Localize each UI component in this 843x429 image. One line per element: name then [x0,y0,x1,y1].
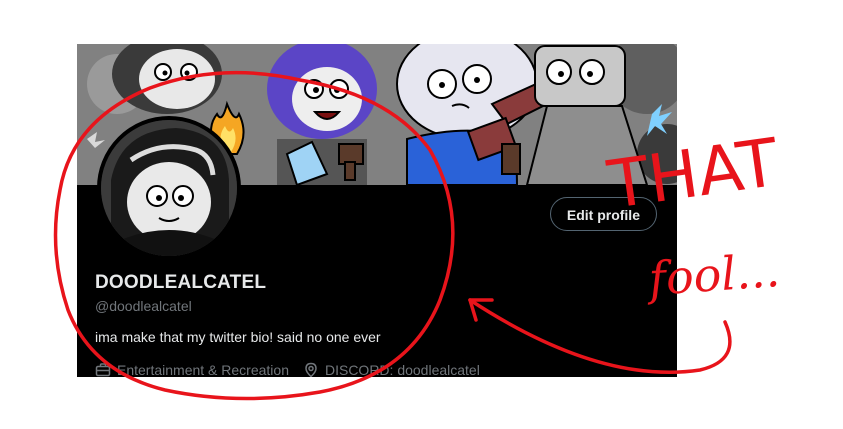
profile-avatar[interactable] [97,116,241,260]
location-pin-icon [305,362,317,377]
avatar-image [101,120,237,256]
profile-location: DISCORD: doodlealcatel [303,362,480,377]
profile-bio: ima make that my twitter bio! said no on… [95,329,381,345]
briefcase-icon [95,363,111,377]
screenshot-stage: Edit profile DOODLEALCATEL @doodlealcate… [0,0,843,429]
category-label: Entertainment & Recreation [117,362,289,377]
user-handle: @doodlealcatel [95,298,192,314]
profile-category: Entertainment & Recreation [95,362,289,377]
display-name: DOODLEALCATEL [95,272,267,293]
profile-meta-row: Entertainment & Recreation DISCORD: dood… [95,362,494,377]
profile-card: Edit profile DOODLEALCATEL @doodlealcate… [77,44,677,377]
location-label: DISCORD: doodlealcatel [324,362,480,377]
edit-profile-button[interactable]: Edit profile [549,197,657,231]
